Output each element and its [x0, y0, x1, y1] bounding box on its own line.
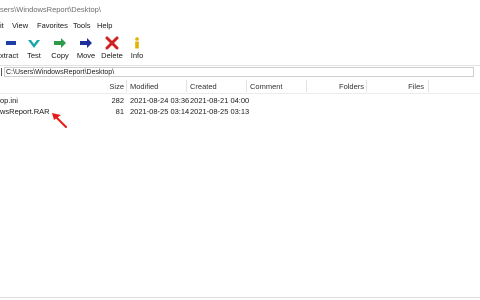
test-label: Test [27, 51, 41, 60]
menu-help[interactable]: Help [97, 21, 112, 30]
column-divider[interactable] [306, 80, 307, 92]
col-folders[interactable]: Folders [336, 82, 364, 91]
address-input[interactable]: C:\Users\WindowsReport\Desktop\ [4, 67, 474, 77]
col-modified[interactable]: Modified [130, 82, 158, 91]
red-arrow-icon [52, 113, 67, 128]
column-divider[interactable] [186, 80, 187, 92]
file-size: 282 [111, 96, 124, 105]
delete-icon [105, 36, 119, 50]
column-header: Size Modified Created Comment Folders Fi… [0, 79, 480, 94]
column-divider[interactable] [126, 80, 127, 92]
title-bar: sers\WindowsReport\Desktop\ [0, 0, 480, 18]
address-path: C:\Users\WindowsReport\Desktop\ [6, 69, 115, 76]
copy-label: Copy [51, 51, 69, 60]
col-size[interactable]: Size [96, 82, 124, 91]
file-size: 81 [115, 107, 124, 116]
test-icon [28, 40, 40, 48]
file-created: 2021-08-25 03:13 [190, 107, 250, 116]
info-label: Info [130, 51, 144, 60]
info-icon [135, 37, 139, 49]
column-divider[interactable] [428, 80, 429, 92]
menu-bar: it View Favorites Tools Help [0, 18, 480, 32]
address-bar-icon [1, 68, 2, 76]
file-created: 2021-08-21 04:00 [190, 96, 250, 105]
menu-favorites[interactable]: Favorites [37, 21, 68, 30]
delete-label: Delete [101, 51, 123, 60]
extract-label: xtract [0, 51, 19, 60]
status-divider [0, 297, 480, 298]
test-button[interactable]: Test [22, 32, 46, 64]
info-button[interactable]: Info [126, 32, 148, 64]
col-comment[interactable]: Comment [250, 82, 283, 91]
file-name: op.ini [0, 96, 18, 105]
table-row[interactable]: wsReport.RAR 81 2021-08-25 03:14 2021-08… [0, 106, 480, 117]
table-row[interactable]: op.ini 282 2021-08-24 03:36 2021-08-21 0… [0, 95, 480, 106]
delete-button[interactable]: Delete [99, 32, 125, 64]
menu-view[interactable]: View [12, 21, 28, 30]
move-label: Move [76, 51, 96, 60]
column-divider[interactable] [366, 80, 367, 92]
menu-tools[interactable]: Tools [73, 21, 91, 30]
menu-edit[interactable]: it [0, 21, 4, 30]
address-bar: C:\Users\WindowsReport\Desktop\ [0, 65, 480, 78]
file-modified: 2021-08-24 03:36 [130, 96, 190, 105]
col-files[interactable]: Files [400, 82, 424, 91]
copy-icon [54, 38, 66, 48]
move-icon [80, 38, 92, 48]
window-title: sers\WindowsReport\Desktop\ [0, 5, 101, 14]
copy-button[interactable]: Copy [48, 32, 72, 64]
toolbar: xtract Test Copy Move Delete Info [0, 32, 480, 64]
extract-button[interactable]: xtract [0, 32, 20, 64]
file-modified: 2021-08-25 03:14 [130, 107, 190, 116]
extract-icon [6, 41, 16, 45]
file-name: wsReport.RAR [0, 107, 50, 116]
move-button[interactable]: Move [74, 32, 98, 64]
column-divider[interactable] [246, 80, 247, 92]
col-created[interactable]: Created [190, 82, 217, 91]
